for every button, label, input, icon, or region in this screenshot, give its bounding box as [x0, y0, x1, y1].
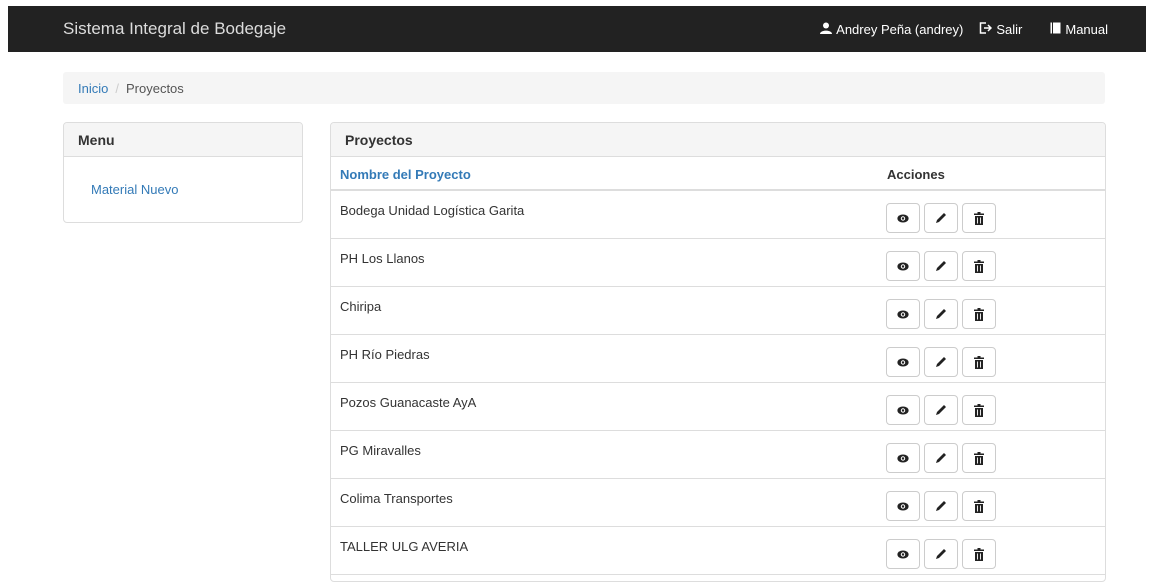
pencil-icon [935, 356, 947, 368]
trash-icon [974, 259, 984, 273]
row-actions [886, 251, 1000, 281]
eye-icon [897, 262, 909, 271]
column-header-actions: Acciones [887, 167, 945, 182]
pencil-icon [935, 452, 947, 464]
delete-button[interactable] [962, 443, 996, 473]
delete-button[interactable] [962, 299, 996, 329]
view-button[interactable] [886, 539, 920, 569]
eye-icon [897, 406, 909, 415]
pencil-icon [935, 548, 947, 560]
breadcrumb-separator: / [115, 80, 119, 96]
edit-button[interactable] [924, 347, 958, 377]
eye-icon [897, 502, 909, 511]
view-button[interactable] [886, 491, 920, 521]
book-icon [1050, 22, 1061, 37]
trash-icon [974, 211, 984, 225]
row-actions [886, 539, 1000, 569]
pencil-icon [935, 500, 947, 512]
delete-button[interactable] [962, 491, 996, 521]
table-row: PH Río Piedras [331, 335, 1105, 383]
eye-icon [897, 454, 909, 463]
trash-icon [974, 499, 984, 513]
row-actions [886, 395, 1000, 425]
table-row: PH Los Llanos [331, 239, 1105, 287]
delete-button[interactable] [962, 347, 996, 377]
edit-button[interactable] [924, 299, 958, 329]
trash-icon [974, 547, 984, 561]
view-button[interactable] [886, 347, 920, 377]
trash-icon [974, 307, 984, 321]
eye-icon [897, 550, 909, 559]
delete-button[interactable] [962, 203, 996, 233]
eye-icon [897, 310, 909, 319]
table-row: Bodega Unidad Logística Garita [331, 191, 1105, 239]
trash-icon [974, 403, 984, 417]
pencil-icon [935, 260, 947, 272]
delete-button[interactable] [962, 251, 996, 281]
user-name: Andrey Peña (andrey) [836, 22, 964, 37]
table-row: Colima Transportes [331, 479, 1105, 527]
trash-icon [974, 355, 984, 369]
menu-panel-title: Menu [64, 123, 302, 157]
view-button[interactable] [886, 395, 920, 425]
project-name: Chiripa [340, 299, 382, 314]
edit-button[interactable] [924, 443, 958, 473]
row-actions [886, 299, 1000, 329]
logout-link[interactable]: Salir [979, 22, 1022, 37]
user-link[interactable]: Andrey Peña (andrey) [820, 22, 963, 37]
user-icon [820, 22, 833, 37]
eye-icon [897, 214, 909, 223]
menu-panel: Menu Material Nuevo [63, 122, 303, 223]
logout-label: Salir [996, 22, 1023, 37]
pencil-icon [935, 404, 947, 416]
delete-button[interactable] [962, 539, 996, 569]
project-name: Pozos Guanacaste AyA [340, 395, 477, 410]
breadcrumb-current: Proyectos [125, 80, 184, 96]
manual-label: Manual [1065, 22, 1108, 37]
projects-panel: Proyectos Nombre del Proyecto Acciones B… [330, 122, 1106, 582]
breadcrumb: Inicio / Proyectos [63, 72, 1105, 104]
navbar-right: Andrey Peña (andrey) Salir Manual [820, 22, 1108, 37]
table-row: Chiripa [331, 287, 1105, 335]
app-brand[interactable]: Sistema Integral de Bodegaje [63, 19, 286, 39]
row-actions [886, 347, 1000, 377]
project-name: PG Miravalles [340, 443, 421, 458]
trash-icon [974, 451, 984, 465]
row-actions [886, 491, 1000, 521]
project-name: PH Los Llanos [340, 251, 425, 266]
edit-button[interactable] [924, 395, 958, 425]
edit-button[interactable] [924, 251, 958, 281]
view-button[interactable] [886, 299, 920, 329]
view-button[interactable] [886, 203, 920, 233]
top-navbar: Sistema Integral de Bodegaje Andrey Peña… [8, 6, 1146, 52]
menu-item-material-nuevo[interactable]: Material Nuevo [91, 182, 178, 197]
row-actions [886, 203, 1000, 233]
project-name: PH Río Piedras [340, 347, 430, 362]
view-button[interactable] [886, 251, 920, 281]
table-row: PG Miravalles [331, 431, 1105, 479]
table-row: Pozos Guanacaste AyA [331, 383, 1105, 431]
eye-icon [897, 358, 909, 367]
project-name: Colima Transportes [340, 491, 453, 506]
edit-button[interactable] [924, 203, 958, 233]
project-name: Bodega Unidad Logística Garita [340, 203, 525, 218]
table-row: TALLER ULG AVERIA [331, 527, 1105, 575]
delete-button[interactable] [962, 395, 996, 425]
table-header: Nombre del Proyecto Acciones [331, 157, 1105, 191]
edit-button[interactable] [924, 539, 958, 569]
pencil-icon [935, 308, 947, 320]
manual-link[interactable]: Manual [1050, 22, 1108, 37]
breadcrumb-home[interactable]: Inicio [78, 81, 108, 96]
edit-button[interactable] [924, 491, 958, 521]
projects-panel-title: Proyectos [331, 123, 1105, 157]
project-name: TALLER ULG AVERIA [340, 539, 469, 554]
pencil-icon [935, 212, 947, 224]
logout-icon [979, 22, 993, 37]
view-button[interactable] [886, 443, 920, 473]
row-actions [886, 443, 1000, 473]
column-header-name[interactable]: Nombre del Proyecto [340, 167, 471, 182]
